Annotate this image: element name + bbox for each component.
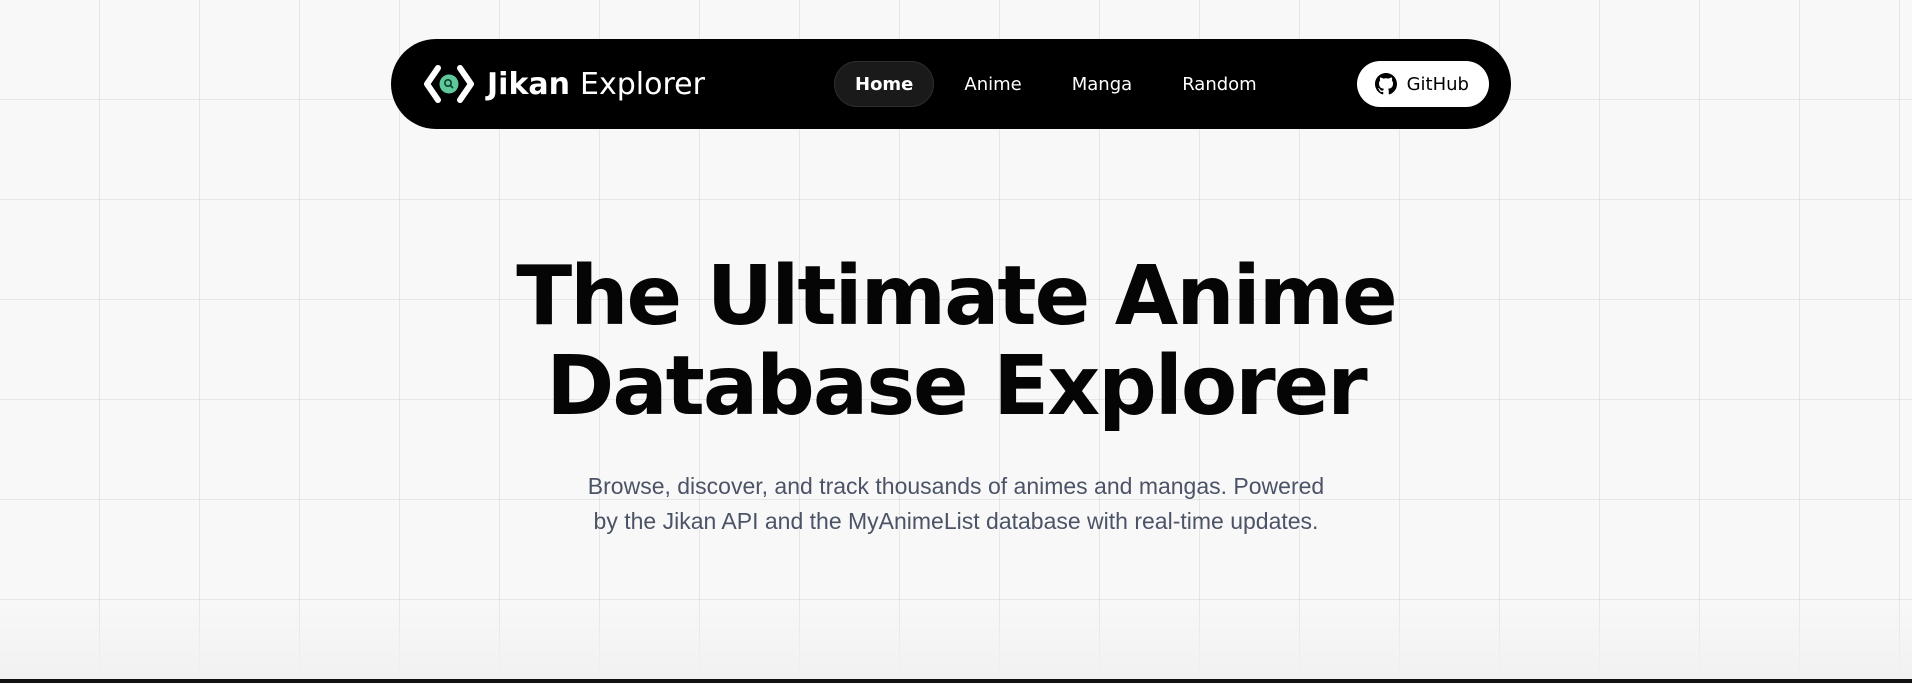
github-button[interactable]: GitHub — [1356, 61, 1489, 107]
hero-title-line-2: Database Explorer — [546, 339, 1367, 434]
hero-subtitle: Browse, discover, and track thousands of… — [536, 469, 1376, 539]
github-icon — [1374, 73, 1397, 95]
hero-subtitle-line-2: by the Jikan API and the MyAnimeList dat… — [593, 508, 1319, 534]
brand-name: Jikan Explorer — [487, 67, 705, 102]
navbar: Jikan Explorer Home Anime Manga Random G… — [391, 39, 1511, 129]
bottom-edge-bar — [0, 679, 1912, 683]
nav-link-manga[interactable]: Manga — [1052, 61, 1152, 107]
nav-link-random[interactable]: Random — [1162, 61, 1277, 107]
hero-title-line-1: The Ultimate Anime — [516, 249, 1398, 344]
github-button-label: GitHub — [1406, 73, 1469, 95]
brand-home-link[interactable]: Jikan Explorer — [423, 39, 705, 129]
hero-title: The Ultimate Anime Database Explorer — [356, 252, 1556, 432]
brand-name-light: Explorer — [580, 66, 705, 102]
hero-subtitle-line-1: Browse, discover, and track thousands of… — [587, 473, 1325, 499]
main-nav: Home Anime Manga Random — [834, 60, 1287, 108]
nav-link-home[interactable]: Home — [834, 61, 935, 107]
nav-link-anime[interactable]: Anime — [944, 61, 1041, 107]
code-brackets-search-icon — [424, 65, 474, 103]
brand-name-bold: Jikan — [487, 66, 570, 102]
bottom-fade — [0, 599, 1912, 679]
